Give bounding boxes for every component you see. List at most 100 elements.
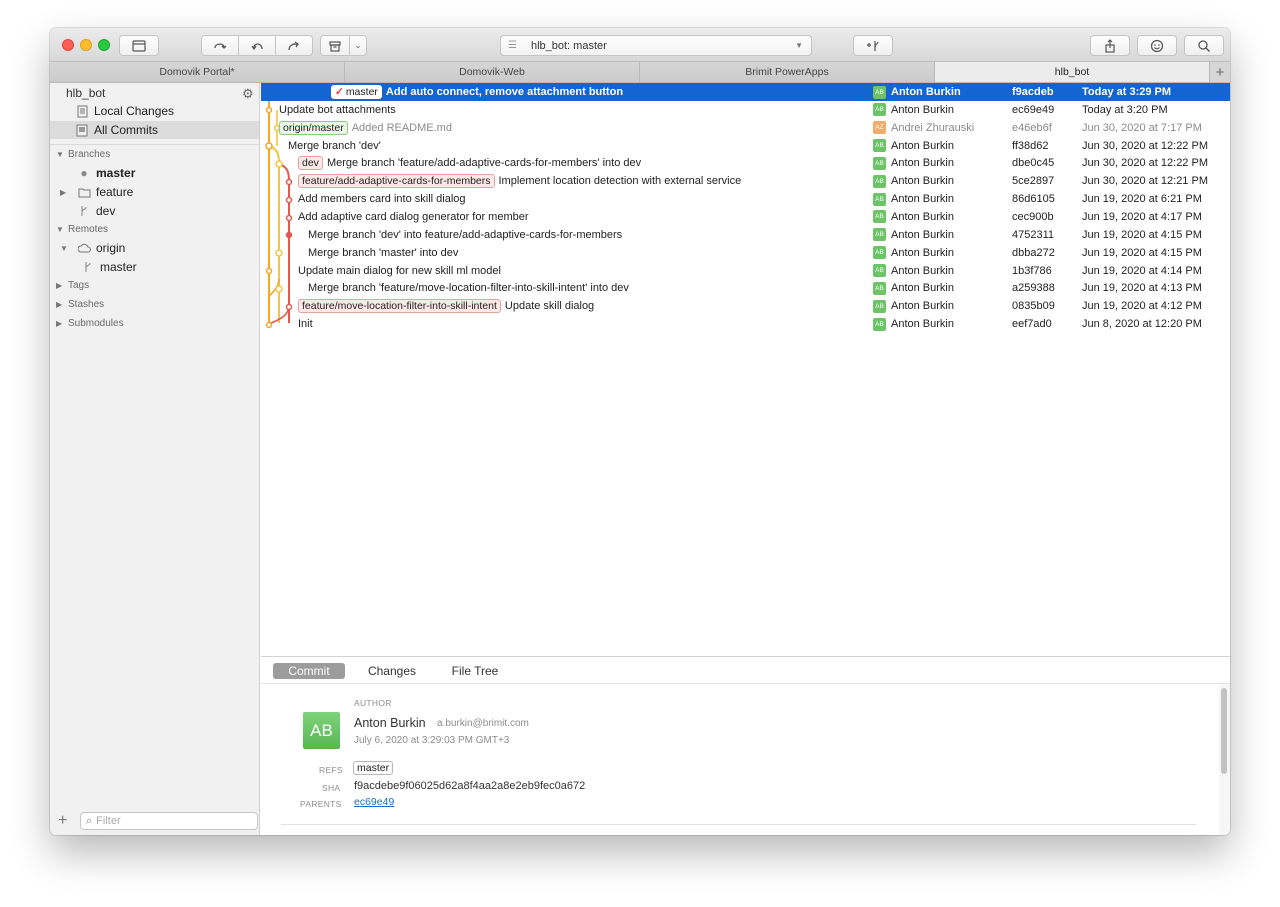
sidebar-branch-master[interactable]: ● master <box>50 164 259 182</box>
commit-details: AUTHOR AB Anton Burkin a.burkin@brimit.c… <box>261 684 1230 835</box>
commit-row[interactable]: Init AB Anton Burkin eef7ad0 Jun 8, 2020 at … <box>261 315 1230 333</box>
commits-icon <box>74 124 90 137</box>
stash-button[interactable] <box>320 35 350 56</box>
parents-label: PARENTS <box>300 799 342 809</box>
tab-domovik-web[interactable]: Domovik-Web <box>345 62 640 82</box>
detail-tabs: Commit Changes File Tree <box>261 656 1230 684</box>
commit-row[interactable]: Add members card into skill dialog AB Anto… <box>261 190 1230 208</box>
sidebar-item-label: Local Changes <box>94 104 175 118</box>
toggle-sidebar-button[interactable] <box>119 35 159 56</box>
ref-badge[interactable]: feature/add-adaptive-cards-for-members <box>298 174 495 189</box>
commit-message-cell: origin/master Added README.md <box>279 120 452 135</box>
commit-message: Merge branch 'feature/move-location-filt… <box>308 282 629 295</box>
fetch-button[interactable] <box>201 35 239 56</box>
minimize-window-button[interactable] <box>80 39 92 51</box>
sidebar-remote-origin[interactable]: ▼ origin <box>50 239 259 257</box>
feedback-button[interactable] <box>1137 35 1177 56</box>
filter-input[interactable]: ⌕ Filter <box>80 812 258 830</box>
tab-hlb-bot[interactable]: hlb_bot <box>935 62 1210 82</box>
close-window-button[interactable] <box>62 39 74 51</box>
commit-date: Today at 3:20 PM <box>1082 103 1168 116</box>
commit-author-cell: AB Anton Burkin <box>873 317 954 331</box>
commit-row[interactable]: feature/add-adaptive-cards-for-members Im… <box>261 172 1230 190</box>
commit-row[interactable]: Merge branch 'master' into dev AB Anton Bu… <box>261 244 1230 262</box>
commit-row[interactable]: Merge branch 'feature/move-location-filt… <box>261 279 1230 297</box>
ref-badge[interactable]: ✓ master <box>331 85 382 99</box>
commit-date: Jun 19, 2020 at 4:14 PM <box>1082 264 1202 277</box>
commit-row[interactable]: origin/master Added README.md AZ Andrei Zhu… <box>261 119 1230 137</box>
section-branches[interactable]: ▼ Branches <box>56 149 110 160</box>
scrollbar-thumb[interactable] <box>1221 688 1227 774</box>
zoom-window-button[interactable] <box>98 39 110 51</box>
ref-badge[interactable]: feature/move-location-filter-into-skill-… <box>298 299 501 314</box>
ref-badge[interactable]: dev <box>298 156 323 171</box>
commit-date: Jun 30, 2020 at 7:17 PM <box>1082 121 1202 134</box>
details-scrollbar[interactable] <box>1219 684 1230 835</box>
section-remotes[interactable]: ▼ Remotes <box>56 224 108 235</box>
smiley-icon <box>1150 39 1164 52</box>
commit-date: Jun 19, 2020 at 4:13 PM <box>1082 282 1202 295</box>
avatar: AB <box>873 281 886 295</box>
commit-row[interactable]: Update bot attachments AB Anton Burkin ec69… <box>261 101 1230 119</box>
current-branch-dot-icon: ● <box>80 166 88 180</box>
sidebar-branch-folder-feature[interactable]: ▶ feature <box>50 183 259 201</box>
commit-author-cell: AB Anton Burkin <box>873 246 954 260</box>
commit-message-cell: Init <box>298 318 313 330</box>
commit-author: Anton Burkin <box>891 157 954 170</box>
branch-selector[interactable]: ☰ hlb_bot: master ▼ <box>500 35 812 56</box>
gear-icon[interactable]: ⚙ <box>242 86 254 102</box>
plus-icon[interactable]: + <box>58 812 74 830</box>
commit-row[interactable]: Merge branch 'dev' into feature/add-adap… <box>261 226 1230 244</box>
commit-author: Anton Burkin <box>891 103 954 116</box>
section-stashes[interactable]: ▶ Stashes <box>56 299 104 310</box>
parent-commit-link[interactable]: ec69e49 <box>354 796 394 808</box>
filter-placeholder: Filter <box>96 815 121 827</box>
branch-label: feature <box>96 185 134 199</box>
commit-author: Anton Burkin <box>891 86 961 98</box>
tab-brimit-powerapps[interactable]: Brimit PowerApps <box>640 62 935 82</box>
sidebar-remote-branch-master[interactable]: master <box>50 258 259 276</box>
push-button[interactable] <box>275 35 313 56</box>
commit-row[interactable]: ✓ master Add auto connect, remove attachme… <box>261 83 1230 101</box>
avatar: AB <box>873 156 886 170</box>
commit-row[interactable]: Merge branch 'dev' AB Anton Burkin ff38d62 J… <box>261 137 1230 155</box>
new-branch-button[interactable] <box>853 35 893 56</box>
share-button[interactable] <box>1090 35 1130 56</box>
add-tab-button[interactable]: + <box>1210 62 1230 82</box>
commit-row[interactable]: dev Merge branch 'feature/add-adaptive-ca… <box>261 154 1230 172</box>
tab-domovik-portal[interactable]: Domovik Portal* <box>50 62 345 82</box>
search-icon <box>1198 39 1210 52</box>
ref-name: origin/master <box>283 121 344 134</box>
commit-message-cell: Add members card into skill dialog <box>298 193 466 205</box>
section-label: Stashes <box>68 299 105 310</box>
tab-commit[interactable]: Commit <box>273 663 345 679</box>
stash-menu-button[interactable]: ⌄ <box>349 35 367 56</box>
branch-plus-icon <box>867 40 879 51</box>
pull-button[interactable] <box>238 35 276 56</box>
commit-sha: ff38d62 <box>1012 139 1049 152</box>
commit-author-cell: AB Anton Burkin <box>873 264 954 277</box>
commit-author: Anton Burkin <box>891 210 954 223</box>
section-tags[interactable]: ▶ Tags <box>56 280 89 291</box>
commit-date: Jun 19, 2020 at 4:17 PM <box>1082 210 1202 223</box>
ref-badge[interactable]: origin/master <box>279 120 348 135</box>
refs-label: REFS <box>319 765 343 775</box>
sidebar-item-all-commits[interactable]: All Commits <box>50 121 259 139</box>
ref-name: master <box>345 86 378 98</box>
sidebar-branch-dev[interactable]: dev <box>50 202 259 220</box>
commit-row[interactable]: feature/move-location-filter-into-skill-… <box>261 297 1230 315</box>
details-divider <box>281 824 1196 825</box>
search-button[interactable] <box>1184 35 1224 56</box>
pull-icon <box>251 42 263 50</box>
sidebar-item-local-changes[interactable]: Local Changes <box>50 102 259 120</box>
commit-row[interactable]: Add adaptive card dialog generator for m… <box>261 208 1230 226</box>
commit-sha: dbba272 <box>1012 246 1055 259</box>
commit-author-cell: AB Anton Burkin <box>873 156 954 170</box>
sha-label: SHA <box>322 783 341 793</box>
section-submodules[interactable]: ▶ Submodules <box>56 318 124 329</box>
tab-file-tree[interactable]: File Tree <box>441 663 509 679</box>
branch-label: master <box>100 260 137 274</box>
tab-changes[interactable]: Changes <box>357 663 427 679</box>
commit-row[interactable]: Update main dialog for new skill ml mode… <box>261 262 1230 280</box>
chevron-down-icon: ⌄ <box>354 41 362 50</box>
